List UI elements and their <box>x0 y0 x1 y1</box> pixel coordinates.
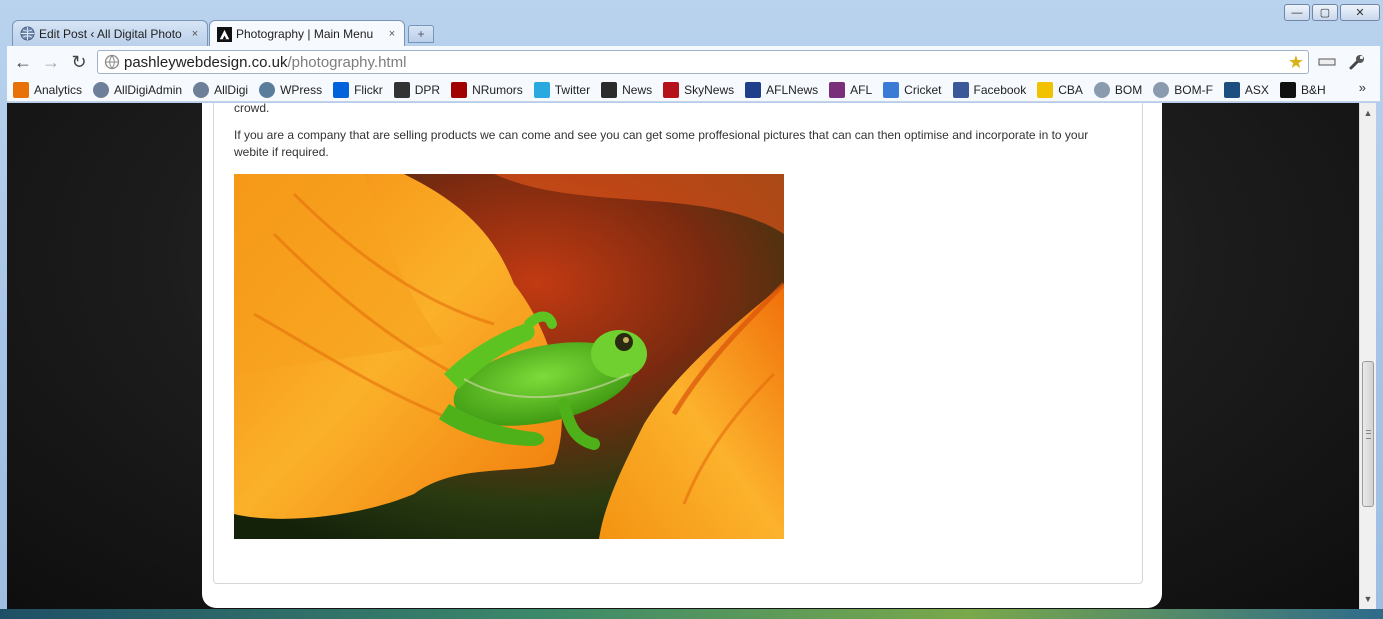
bookmark-label: Analytics <box>34 82 83 97</box>
company-paragraph: If you are a company that are selling pr… <box>234 128 1089 159</box>
bookmark-flickr[interactable]: Flickr <box>333 81 383 98</box>
url-host: pashleywebdesign.co.uk <box>124 54 288 71</box>
close-window-button[interactable]: ✕ <box>1340 4 1380 21</box>
cba-icon <box>1037 81 1054 98</box>
tab-edit-post[interactable]: Edit Post ‹ All Digital Photo × <box>12 20 208 46</box>
globe-icon <box>193 81 210 98</box>
forward-icon[interactable]: → <box>41 52 61 72</box>
bookmark-alldigiadmin[interactable]: AllDigiAdmin <box>93 81 183 98</box>
asx-icon <box>1223 81 1240 98</box>
page-viewport: crowd. If you are a company that are sel… <box>7 103 1359 609</box>
scrollbar-thumb[interactable] <box>1362 361 1374 507</box>
bookmark-label: Twitter <box>554 82 591 97</box>
tab-strip: Edit Post ‹ All Digital Photo × Photogra… <box>12 20 434 47</box>
bookmark-label: SkyNews <box>684 82 735 97</box>
maximize-button[interactable]: ▢ <box>1312 4 1338 21</box>
content-box: crowd. If you are a company that are sel… <box>213 103 1143 584</box>
cricket-icon <box>883 81 900 98</box>
bookmark-label: WPress <box>280 82 323 97</box>
site-logo-icon <box>216 26 232 42</box>
bom-icon <box>1093 81 1110 98</box>
bookmark-bom[interactable]: BOM <box>1093 81 1143 98</box>
nrumors-icon <box>451 81 468 98</box>
minimize-button[interactable]: — <box>1284 4 1310 21</box>
tab-title: Edit Post ‹ All Digital Photo <box>39 26 182 41</box>
bookmark-star-icon[interactable]: ★ <box>1288 52 1304 73</box>
bookmark-skynews[interactable]: SkyNews <box>663 81 735 98</box>
globe-icon <box>93 81 110 98</box>
url-text[interactable]: pashleywebdesign.co.uk/photography.html <box>124 54 406 71</box>
bookmark-label: B&H <box>1300 82 1326 97</box>
bookmark-label: Facebook <box>973 82 1027 97</box>
bookmark-label: CBA <box>1058 82 1083 97</box>
bookmark-label: DPR <box>414 82 441 97</box>
bookmark-nrumors[interactable]: NRumors <box>451 81 523 98</box>
bookmark-cba[interactable]: CBA <box>1037 81 1083 98</box>
afl-icon <box>829 81 846 98</box>
navigation-toolbar: ← → ↻ pashleywebdesign.co.uk/photography… <box>7 46 1380 78</box>
url-path: /photography.html <box>287 54 407 71</box>
scroll-up-icon[interactable]: ▲ <box>1360 105 1376 121</box>
bookmarks-overflow-icon[interactable]: » <box>1359 80 1366 95</box>
tab-photography[interactable]: Photography | Main Menu × <box>209 20 405 47</box>
desktop-background <box>0 609 1383 619</box>
bookmark-wpress[interactable]: WPress <box>259 81 323 98</box>
hs-icon <box>745 81 762 98</box>
bookmark-label: Cricket <box>904 82 942 97</box>
page-content-card: crowd. If you are a company that are sel… <box>202 103 1162 608</box>
paragraph-fragment: crowd. <box>234 103 270 115</box>
bookmarks-bar: Analytics AllDigiAdmin AllDigi WPress Flickr… <box>7 78 1380 102</box>
bookmark-news[interactable]: News <box>601 81 653 98</box>
bookmark-label: AFL <box>850 82 873 97</box>
tab-close-icon[interactable]: × <box>386 28 398 40</box>
bookmark-afl[interactable]: AFL <box>829 81 873 98</box>
tab-close-icon[interactable]: × <box>189 28 201 40</box>
bookmark-b-h[interactable]: B&H <box>1279 81 1326 98</box>
wrench-icon[interactable] <box>1347 52 1367 72</box>
bookmark-label: Flickr <box>354 82 383 97</box>
tab-title: Photography | Main Menu <box>236 27 374 41</box>
bookmark-analytics[interactable]: Analytics <box>13 81 83 98</box>
new-tab-button[interactable]: + <box>408 25 434 43</box>
bookmark-label: BOM-F <box>1174 82 1213 97</box>
skynews-icon <box>663 81 680 98</box>
reload-icon[interactable]: ↻ <box>69 52 89 72</box>
bom-icon <box>1153 81 1170 98</box>
bookmark-aflnews[interactable]: AFLNews <box>745 81 819 98</box>
page-menu-icon[interactable] <box>1317 52 1337 72</box>
bookmark-label: AllDigi <box>214 82 249 97</box>
bookmark-alldigi[interactable]: AllDigi <box>193 81 249 98</box>
bookmark-cricket[interactable]: Cricket <box>883 81 942 98</box>
address-bar[interactable]: pashleywebdesign.co.uk/photography.html … <box>97 50 1309 74</box>
wordpress-icon <box>259 81 276 98</box>
scroll-down-icon[interactable]: ▼ <box>1360 591 1376 607</box>
window-controls: — ▢ ✕ <box>1282 4 1380 22</box>
bookmark-label: AllDigiAdmin <box>114 82 183 97</box>
bookmark-label: AFLNews <box>766 82 819 97</box>
browser-window: — ▢ ✕ Edit Post ‹ All Digital Photo × Ph… <box>0 0 1383 612</box>
vertical-scrollbar[interactable]: ▲ ▼ <box>1359 103 1376 609</box>
bookmark-label: ASX <box>1244 82 1269 97</box>
globe-icon <box>19 26 35 42</box>
bookmark-label: NRumors <box>472 82 523 97</box>
bookmark-asx[interactable]: ASX <box>1223 81 1269 98</box>
bookmark-label: BOM <box>1114 82 1143 97</box>
bookmark-twitter[interactable]: Twitter <box>533 81 591 98</box>
dpr-icon <box>393 81 410 98</box>
bookmark-bom-f[interactable]: BOM-F <box>1153 81 1213 98</box>
back-icon[interactable]: ← <box>13 52 33 72</box>
bookmark-dpr[interactable]: DPR <box>393 81 441 98</box>
flickr-icon <box>333 81 350 98</box>
frog-on-flower-photo <box>234 174 784 539</box>
analytics-icon <box>13 81 29 98</box>
news-icon <box>601 81 618 98</box>
bookmark-label: News <box>622 82 653 97</box>
bookmark-facebook[interactable]: Facebook <box>952 81 1027 98</box>
page-info-icon[interactable] <box>104 54 120 70</box>
twitter-icon <box>533 81 550 98</box>
bh-icon <box>1279 81 1296 98</box>
facebook-icon <box>952 81 969 98</box>
